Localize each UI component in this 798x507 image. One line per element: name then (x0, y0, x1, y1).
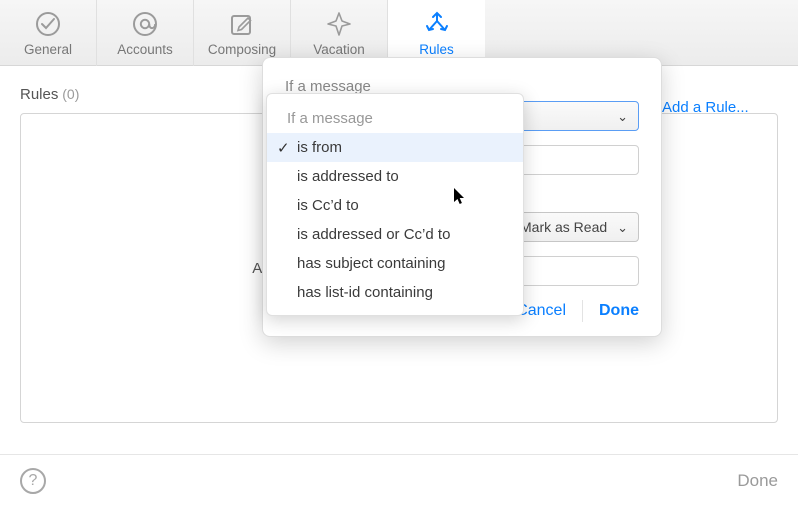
window-done-button[interactable]: Done (737, 471, 778, 491)
chevron-down-icon: ⌄ (617, 220, 628, 236)
arrows-split-icon (423, 9, 451, 39)
dropdown-item-has-list-id-containing[interactable]: has list-id containing (267, 278, 523, 307)
done-button[interactable]: Done (599, 302, 639, 320)
tab-label: Rules (419, 42, 454, 57)
action-select[interactable]: Mark as Read ⌄ (509, 212, 639, 242)
tab-label: Composing (208, 42, 276, 57)
dropdown-item-is-addressed-to[interactable]: is addressed to (267, 162, 523, 191)
dropdown-item-label: has subject containing (297, 255, 445, 272)
divider (582, 300, 583, 322)
tab-general[interactable]: General (0, 0, 97, 66)
dropdown-item-label: has list-id containing (297, 284, 433, 301)
tab-label: General (24, 42, 72, 57)
dropdown-item-has-subject-containing[interactable]: has subject containing (267, 249, 523, 278)
compose-icon (228, 9, 256, 39)
dropdown-item-is-addressed-or-ccd-to[interactable]: is addressed or Cc’d to (267, 220, 523, 249)
tab-rules[interactable]: Rules (388, 0, 485, 66)
rule-editor-popover: If a message ⌄ Then Mark as Read ⌄ Cance… (262, 57, 662, 337)
question-mark-icon: ? (29, 472, 38, 490)
dropdown-item-label: is addressed or Cc’d to (297, 226, 450, 243)
condition-dropdown: If a message ✓ is from is addressed to i… (266, 93, 524, 316)
tab-accounts[interactable]: Accounts (97, 0, 194, 66)
dropdown-item-label: is from (297, 139, 342, 156)
rules-title: Rules (20, 86, 58, 103)
dropdown-item-is-from[interactable]: ✓ is from (267, 133, 523, 162)
chevron-down-icon: ⌄ (617, 109, 628, 125)
tab-composing[interactable]: Composing (194, 0, 291, 66)
tab-vacation[interactable]: Vacation (291, 0, 388, 66)
at-sign-icon (131, 9, 159, 39)
dropdown-item-label: is Cc’d to (297, 197, 359, 214)
rules-count: (0) (62, 86, 79, 102)
add-rule-callout: Add a Rule... (662, 99, 749, 116)
action-select-value: Mark as Read (520, 219, 607, 235)
checkmark-circle-icon (34, 9, 62, 39)
airplane-icon (325, 9, 353, 39)
help-button[interactable]: ? (20, 468, 46, 494)
checkmark-icon: ✓ (277, 139, 290, 157)
add-rule-link[interactable]: Add a Rule... (662, 99, 749, 116)
dropdown-title: If a message (267, 110, 523, 133)
rules-heading: Rules (0) (20, 86, 79, 103)
bottom-bar: ? Done (0, 454, 798, 507)
tab-label: Vacation (313, 42, 365, 57)
dropdown-item-label: is addressed to (297, 168, 399, 185)
dropdown-item-is-ccd-to[interactable]: is Cc’d to (267, 191, 523, 220)
tab-label: Accounts (117, 42, 173, 57)
